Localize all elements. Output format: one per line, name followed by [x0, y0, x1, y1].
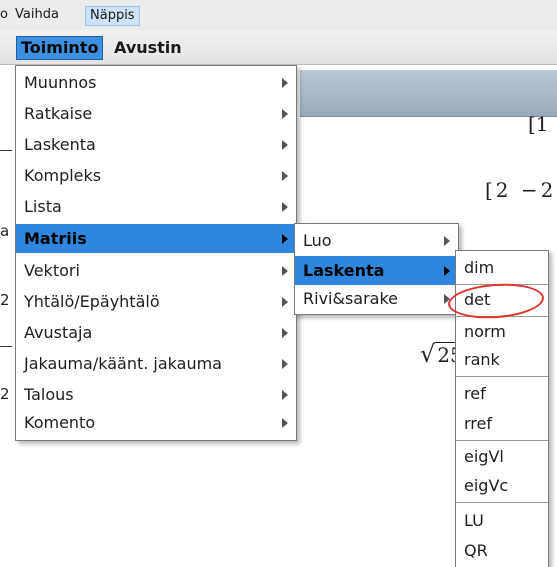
menu-item-laskenta-sub[interactable]: Laskenta	[295, 256, 458, 285]
divider	[0, 346, 12, 347]
menu-separator	[456, 502, 548, 503]
menu-item-vektori[interactable]: Vektori	[16, 256, 296, 285]
menu-item-jakauma[interactable]: Jakauma/käänt. jakauma	[16, 349, 296, 378]
menu-item-rivi-sarake[interactable]: Rivi&sarake	[295, 284, 458, 313]
chevron-right-icon	[282, 109, 288, 119]
system-menubar: o Vaihda Näppis	[0, 0, 557, 31]
menu-item-muunnos[interactable]: Muunnos	[16, 68, 296, 97]
chevron-right-icon	[282, 140, 288, 150]
chevron-right-icon	[282, 328, 288, 338]
doc-fragment: a	[0, 222, 10, 240]
menu-item-lista[interactable]: Lista	[16, 192, 296, 221]
matrix-expression: [2 −2	[485, 178, 557, 202]
divider	[0, 150, 12, 151]
matriis-submenu: Luo Laskenta Rivi&sarake	[294, 223, 459, 315]
chevron-right-icon	[282, 234, 288, 244]
menu-item-yhtalo[interactable]: Yhtälö/Epäyhtälö	[16, 287, 296, 316]
menu-item-kompleks[interactable]: Kompleks	[16, 161, 296, 190]
menu-item-luo[interactable]: Luo	[295, 226, 458, 255]
menu-item-laskenta[interactable]: Laskenta	[16, 130, 296, 159]
doc-fragment: 2	[0, 291, 10, 309]
menu-item-komento[interactable]: Komento	[16, 408, 296, 437]
chevron-right-icon	[444, 266, 450, 276]
menu-item-matriis[interactable]: Matriis	[16, 224, 296, 253]
menu-item-rank[interactable]: rank	[456, 345, 548, 374]
chevron-right-icon	[282, 359, 288, 369]
menu-item-norm[interactable]: norm	[456, 317, 548, 346]
doc-fragment: 2	[0, 385, 10, 403]
menubar-item-cut[interactable]: o	[0, 6, 10, 24]
sqrt-icon: √	[420, 340, 436, 368]
menubar-item-nappis[interactable]: Näppis	[85, 6, 140, 26]
menu-item-eigvl[interactable]: eigVl	[456, 442, 548, 471]
toiminto-dropdown: Muunnos Ratkaise Laskenta Kompleks Lista…	[15, 65, 297, 441]
menu-item-avustaja[interactable]: Avustaja	[16, 318, 296, 347]
menu-item-lu[interactable]: LU	[456, 506, 548, 535]
chevron-right-icon	[282, 266, 288, 276]
chevron-right-icon	[282, 202, 288, 212]
math-expression: [1	[528, 112, 549, 136]
menu-item-eigvc[interactable]: eigVc	[456, 471, 548, 500]
menu-item-ref[interactable]: ref	[456, 379, 548, 408]
menu-toiminto[interactable]: Toiminto	[16, 36, 104, 60]
chevron-right-icon	[282, 171, 288, 181]
chevron-right-icon	[444, 236, 450, 246]
menu-separator	[456, 440, 548, 441]
menu-item-talous[interactable]: Talous	[16, 380, 296, 409]
chevron-right-icon	[282, 78, 288, 88]
menu-item-ratkaise[interactable]: Ratkaise	[16, 99, 296, 128]
menu-item-rref[interactable]: rref	[456, 409, 548, 438]
chevron-right-icon	[282, 418, 288, 428]
menubar-item-vaihda[interactable]: Vaihda	[15, 6, 59, 24]
menu-avustin[interactable]: Avustin	[114, 38, 182, 58]
chevron-right-icon	[282, 390, 288, 400]
menu-item-qr[interactable]: QR	[456, 536, 548, 565]
app-menubar: Toiminto Avustin	[0, 30, 557, 65]
document-toolbar	[300, 70, 557, 117]
chevron-right-icon	[282, 297, 288, 307]
menu-separator	[456, 376, 548, 377]
menu-item-dim[interactable]: dim	[456, 253, 548, 282]
